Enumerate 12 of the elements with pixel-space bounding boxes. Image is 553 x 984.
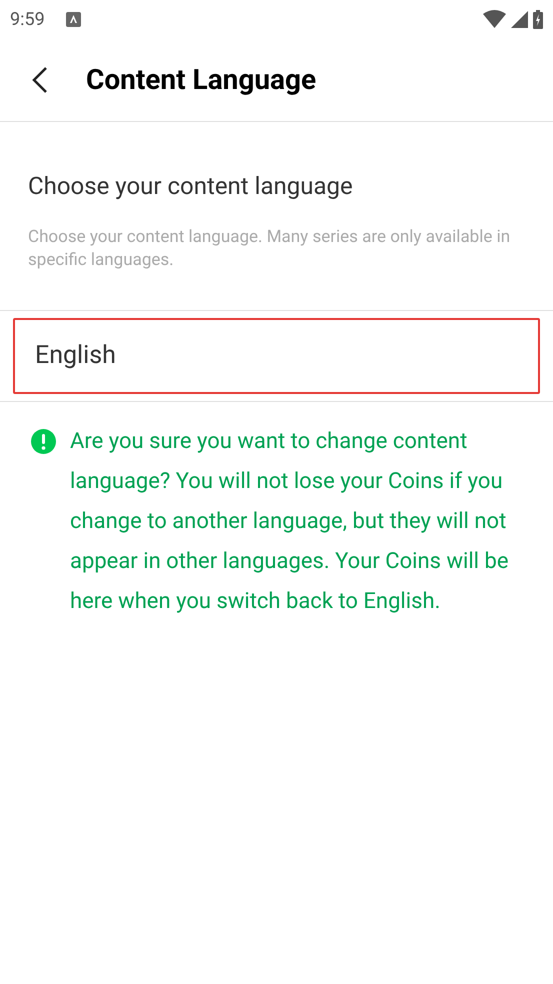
section-description: Choose your content language. Many series are only available in specific languages. (28, 226, 512, 272)
exclamation-icon (31, 429, 56, 454)
signal-icon (511, 10, 528, 28)
battery-icon (533, 10, 543, 28)
wifi-icon (483, 10, 506, 28)
status-time: 9:59 (10, 8, 45, 32)
page-title: Content Language (86, 62, 316, 98)
language-field[interactable]: English (13, 318, 540, 394)
notification-icon (66, 12, 81, 26)
warning-message: Are you sure you want to change content language? You will not lose your Coins if you change to another language, but they will not appear in other languages. Your Coins will be here when you switch back to English. (70, 428, 510, 616)
section-heading: Choose your content language (28, 171, 354, 202)
back-icon (32, 66, 48, 94)
